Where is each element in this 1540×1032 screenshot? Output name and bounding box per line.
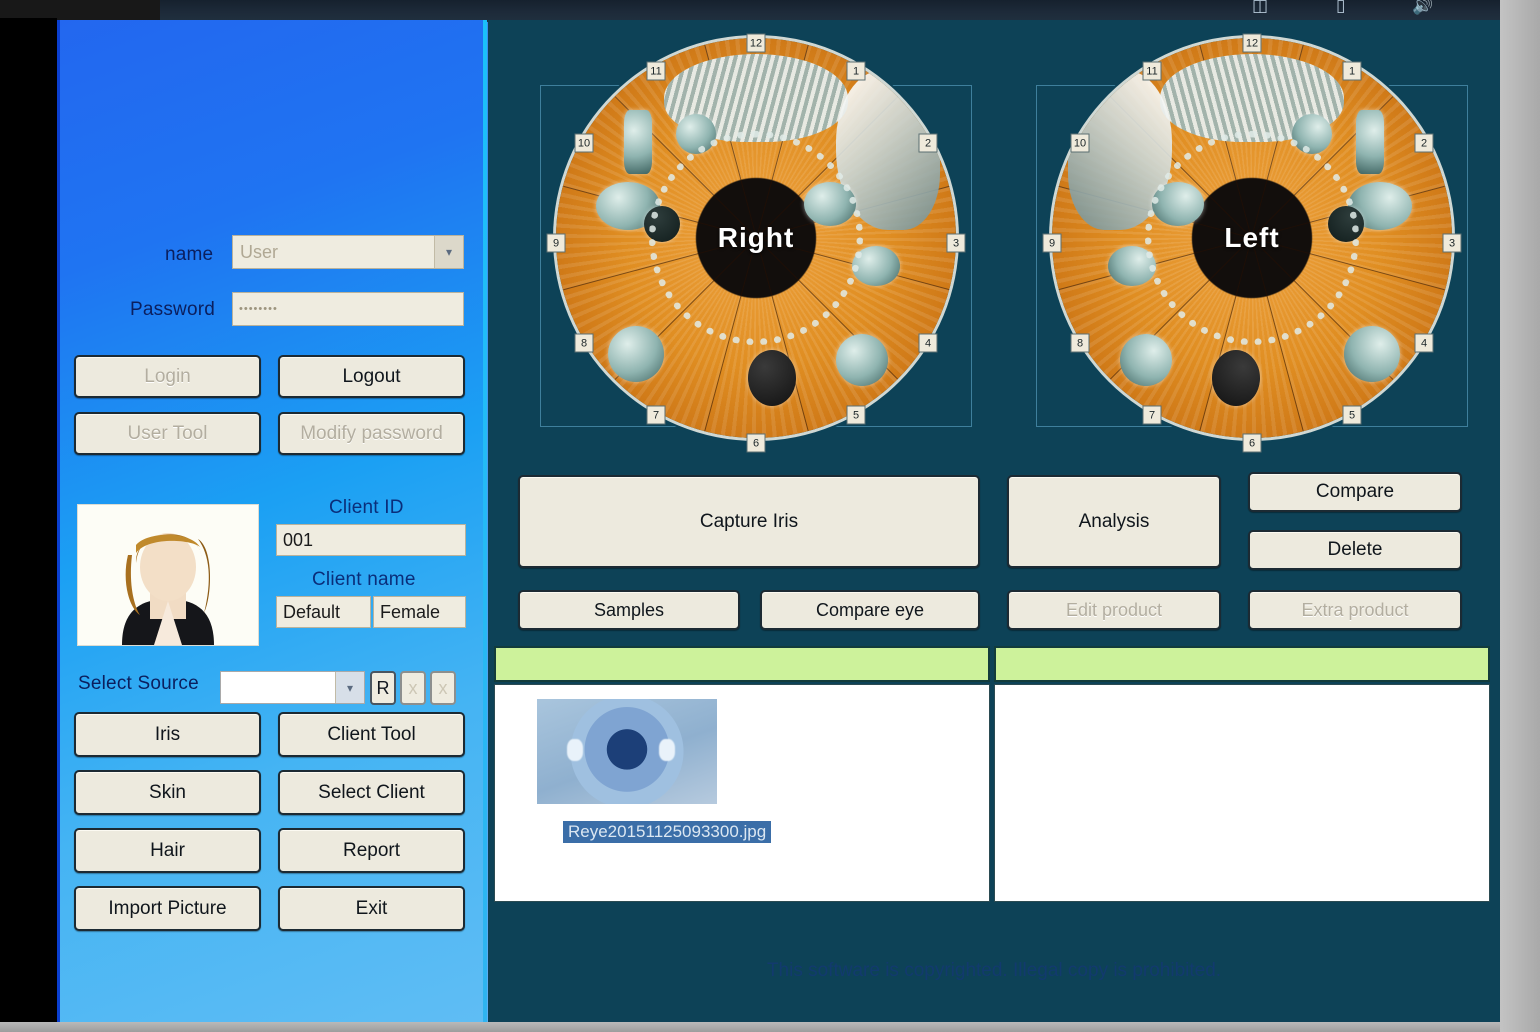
main-panel: Right 12 1 2 3 4 5 6 7 8 9 10 11 Left 12…	[488, 20, 1500, 1022]
hour-marker-2: 2	[1414, 133, 1434, 153]
iris-chart-left-label: Left	[1224, 222, 1280, 253]
screen-left-bezel	[0, 18, 57, 1032]
select-source-dropdown[interactable]: ▾	[220, 671, 365, 704]
user-tool-button[interactable]: User Tool	[74, 412, 261, 455]
name-select-value: User	[240, 241, 279, 262]
hour-marker-5: 5	[846, 405, 866, 425]
iris-chart-right-label: Right	[717, 222, 795, 253]
exit-button[interactable]: Exit	[278, 886, 465, 931]
hour-marker-1: 1	[1342, 61, 1362, 81]
analysis-button[interactable]: Analysis	[1007, 475, 1221, 568]
screen-right-bezel	[1500, 0, 1540, 1032]
list-item[interactable]: Reye20151125093300.jpg	[537, 699, 772, 843]
logout-button[interactable]: Logout	[278, 355, 465, 398]
hour-marker-11: 11	[1142, 61, 1162, 81]
hour-marker-6: 6	[1242, 433, 1262, 453]
hour-marker-7: 7	[1142, 405, 1162, 425]
password-label: Password	[130, 299, 216, 320]
battery-icon[interactable]: ▯	[1336, 0, 1345, 16]
client-name-label: Client name	[312, 569, 416, 590]
import-picture-button[interactable]: Import Picture	[74, 886, 261, 931]
iris-button[interactable]: Iris	[74, 712, 261, 757]
close-source-button-2[interactable]: x	[430, 671, 456, 705]
hour-marker-8: 8	[574, 333, 594, 353]
edit-product-button[interactable]: Edit product	[1007, 590, 1221, 630]
name-select[interactable]: User ▾	[232, 235, 464, 269]
left-pane-header[interactable]	[494, 646, 990, 682]
application-window: name User ▾ Password •••••••• Login Logo…	[57, 20, 1500, 1022]
login-button[interactable]: Login	[74, 355, 261, 398]
hour-marker-5: 5	[1342, 405, 1362, 425]
hour-marker-7: 7	[646, 405, 666, 425]
iris-chart-right[interactable]: Right 12 1 2 3 4 5 6 7 8 9 10 11	[510, 30, 1002, 470]
hour-marker-10: 10	[574, 133, 594, 153]
screen-bottom-bezel	[0, 1022, 1540, 1032]
client-gender-field[interactable]: Female	[373, 596, 466, 628]
hour-marker-2: 2	[918, 133, 938, 153]
hour-marker-4: 4	[918, 333, 938, 353]
right-file-list[interactable]	[994, 684, 1490, 902]
delete-button[interactable]: Delete	[1248, 530, 1462, 570]
client-tool-button[interactable]: Client Tool	[278, 712, 465, 757]
hour-marker-1: 1	[846, 61, 866, 81]
titlebar-left-block	[0, 0, 160, 20]
name-label: name	[165, 244, 214, 265]
refresh-source-button[interactable]: R	[370, 671, 396, 705]
compare-eye-button[interactable]: Compare eye	[760, 590, 980, 630]
extra-product-button[interactable]: Extra product	[1248, 590, 1462, 630]
client-name-field[interactable]: Default	[276, 596, 371, 628]
password-field[interactable]: ••••••••	[232, 292, 464, 326]
report-button[interactable]: Report	[278, 828, 465, 873]
client-id-field[interactable]: 001	[276, 524, 466, 556]
select-source-label: Select Source	[78, 673, 199, 694]
client-id-label: Client ID	[329, 497, 404, 518]
window-titlebar: ◫ ▯ 🔊	[0, 0, 1540, 22]
hour-marker-10: 10	[1070, 133, 1090, 153]
user-avatar-photo	[78, 505, 258, 645]
capture-iris-button[interactable]: Capture Iris	[518, 475, 980, 568]
samples-button[interactable]: Samples	[518, 590, 740, 630]
close-source-button-1[interactable]: x	[400, 671, 426, 705]
copyright-notice: This software is copyrighted. Illegal co…	[766, 960, 1222, 981]
hour-marker-9: 9	[1042, 233, 1062, 253]
hair-button[interactable]: Hair	[74, 828, 261, 873]
hour-marker-12: 12	[1242, 33, 1262, 53]
skin-button[interactable]: Skin	[74, 770, 261, 815]
iris-wheel-graphic: Left	[1052, 38, 1452, 438]
iris-photo-thumbnail	[537, 699, 717, 804]
hour-marker-3: 3	[1442, 233, 1462, 253]
chevron-down-icon: ▾	[434, 236, 463, 268]
iris-chart-left[interactable]: Left 12 1 2 3 4 5 6 7 8 9 10 11	[1006, 30, 1498, 470]
network-icon[interactable]: ◫	[1252, 0, 1268, 16]
hour-marker-12: 12	[746, 33, 766, 53]
right-pane-header[interactable]	[994, 646, 1490, 682]
list-item-filename[interactable]: Reye20151125093300.jpg	[563, 821, 772, 843]
compare-button[interactable]: Compare	[1248, 472, 1462, 512]
hour-marker-8: 8	[1070, 333, 1090, 353]
select-client-button[interactable]: Select Client	[278, 770, 465, 815]
hour-marker-9: 9	[546, 233, 566, 253]
modify-password-button[interactable]: Modify password	[278, 412, 465, 455]
sidebar-panel: name User ▾ Password •••••••• Login Logo…	[57, 20, 487, 1022]
iris-wheel-graphic: Right	[556, 38, 956, 438]
left-file-list[interactable]: Reye20151125093300.jpg	[494, 684, 990, 902]
volume-icon[interactable]: 🔊	[1412, 0, 1433, 16]
hour-marker-3: 3	[946, 233, 966, 253]
avatar[interactable]	[77, 504, 259, 646]
hour-marker-4: 4	[1414, 333, 1434, 353]
hour-marker-6: 6	[746, 433, 766, 453]
hour-marker-11: 11	[646, 61, 666, 81]
chevron-down-icon: ▾	[335, 672, 364, 703]
